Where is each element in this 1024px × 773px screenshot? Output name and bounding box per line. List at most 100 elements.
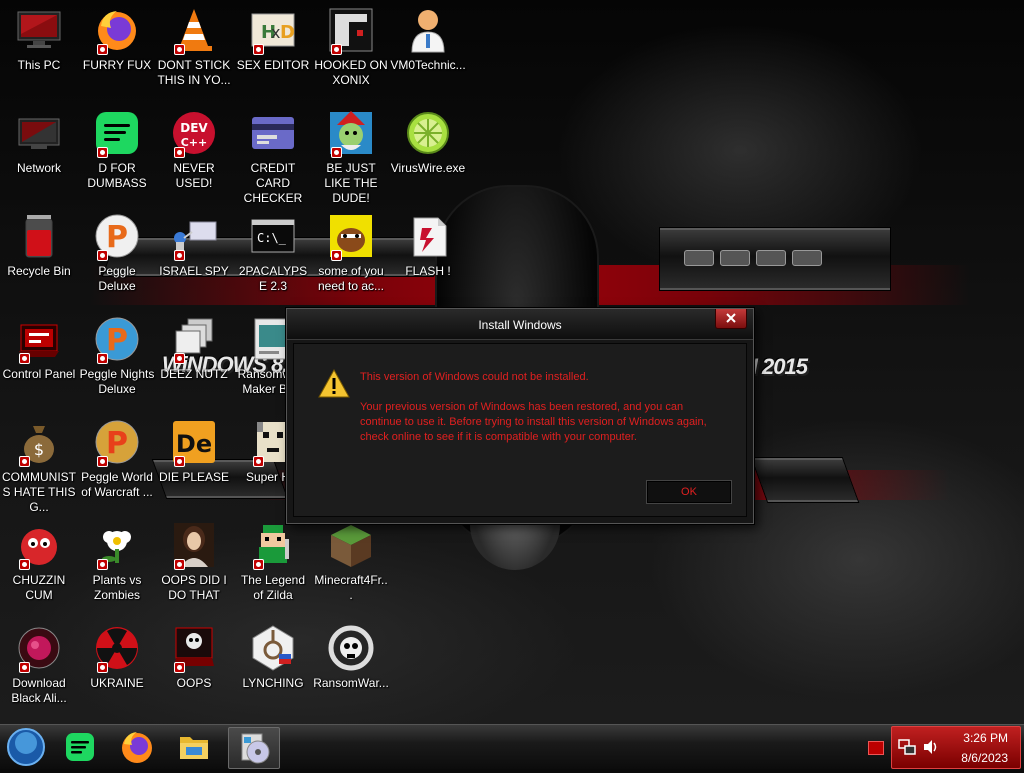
desktop-icon-some-of-you[interactable]: some of you need to ac... — [313, 212, 389, 294]
desktop-icon-peggle-nights[interactable]: P Peggle Nights Deluxe — [79, 315, 155, 397]
desktop-icon-label: D FOR DUMBASS — [87, 161, 147, 190]
warning-icon — [318, 368, 350, 400]
network-tray-icon[interactable] — [898, 739, 916, 755]
svg-text:DEV: DEV — [180, 121, 208, 135]
credit-card-icon — [249, 109, 297, 157]
terminal-icon: C:\_ — [249, 212, 297, 260]
install-disc-icon — [241, 733, 270, 764]
close-button[interactable] — [715, 309, 747, 329]
desktop-icon-vm0technic[interactable]: VM0Technic... — [390, 6, 466, 73]
desktop-icon-minecraft[interactable]: Minecraft4Fr... — [313, 521, 389, 603]
volume-icon[interactable] — [922, 739, 940, 755]
doctor-icon — [404, 6, 452, 54]
dialog-titlebar[interactable]: Install Windows — [287, 309, 753, 340]
shortcut-badge-icon — [97, 44, 108, 55]
desktop-icon-label: FLASH ! — [405, 264, 451, 278]
desktop-icon-label: Peggle World of Warcraft ... — [81, 470, 153, 499]
shortcut-badge-icon — [97, 559, 108, 570]
desktop-icon-zilda[interactable]: The Legend of Zilda — [235, 521, 311, 603]
network-icon — [15, 109, 63, 157]
dialog-heading: This version of Windows could not be ins… — [360, 371, 589, 383]
shortcut-badge-icon — [331, 147, 342, 158]
taskbar: 3:26 PM 8/6/2023 — [0, 724, 1024, 769]
desktop-icon-peggle-wow[interactable]: P Peggle World of Warcraft ... — [79, 418, 155, 500]
file-explorer-icon — [180, 737, 208, 759]
shortcut-badge-icon — [253, 559, 264, 570]
desktop-icon-communists[interactable]: $ COMMUNISTS HATE THIS G... — [1, 418, 77, 515]
desktop-icon-label: HOOKED ON XONIX — [314, 58, 388, 87]
desktop-icon-dont-stick[interactable]: DONT STICK THIS IN YO... — [156, 6, 232, 88]
svg-text:De: De — [176, 430, 212, 458]
wallpaper-bar-lower-right — [751, 458, 859, 502]
desktop-icon-die-please[interactable]: De DIE PLEASE — [156, 418, 232, 485]
dialog-message: Your previous version of Windows has bee… — [360, 401, 707, 443]
desktop-icon-label: Peggle Nights Deluxe — [79, 367, 155, 396]
desktop-icon-d-for-dumbass[interactable]: D FOR DUMBASS — [79, 109, 155, 191]
shortcut-badge-icon — [174, 250, 185, 261]
system-tray: 3:26 PM 8/6/2023 — [891, 726, 1021, 769]
shortcut-badge-icon — [174, 44, 185, 55]
desktop-icon-peggle-deluxe[interactable]: P Peggle Deluxe — [79, 212, 155, 294]
desktop-icon-flash[interactable]: FLASH ! — [390, 212, 466, 279]
desktop-icon-this-pc[interactable]: This PC — [1, 6, 77, 73]
desktop-icon-credit-card[interactable]: CREDIT CARD CHECKER — [235, 109, 311, 206]
desktop-icon-label: FURRY FUX — [82, 58, 152, 72]
desktop-icon-label: UKRAINE — [90, 676, 144, 690]
desktop-icon-download-black[interactable]: Download Black Ali... — [1, 624, 77, 706]
shortcut-badge-icon — [97, 456, 108, 467]
desktop-icon-sex-editor[interactable]: HxD SEX EDITOR — [235, 6, 311, 73]
shortcut-badge-icon — [97, 250, 108, 261]
desktop-icon-plants-vs-zombies[interactable]: Plants vs Zombies — [79, 521, 155, 603]
desktop-icon-be-just-like-the-dude[interactable]: BE JUST LIKE THE DUDE! — [313, 109, 389, 206]
desktop-icon-label: DONT STICK THIS IN YO... — [157, 58, 231, 87]
shortcut-badge-icon — [174, 559, 185, 570]
desktop-icon-hooked-on-xonix[interactable]: HOOKED ON XONIX — [313, 6, 389, 88]
desktop-icon-ukraine[interactable]: UKRAINE — [79, 624, 155, 691]
desktop-icon-deez-nutz[interactable]: DEEZ NUTZ — [156, 315, 232, 382]
start-button[interactable] — [4, 727, 48, 767]
dialog-title: Install Windows — [478, 318, 562, 332]
taskbar-spotify[interactable] — [58, 727, 102, 767]
desktop-icon-network[interactable]: Network — [1, 109, 77, 176]
desktop-icon-label: Minecraft4Fr... — [314, 573, 388, 602]
svg-text:P: P — [106, 220, 128, 255]
desktop-icon-israel-spy[interactable]: ISRAEL SPY — [156, 212, 232, 279]
shortcut-badge-icon — [19, 559, 30, 570]
tray-overflow-icon[interactable] — [868, 741, 884, 755]
flash-icon — [404, 212, 452, 260]
desktop-icon-label: NEVER USED! — [173, 161, 215, 190]
dialog-content: This version of Windows could not be ins… — [293, 343, 747, 517]
limewire-icon — [404, 109, 452, 157]
taskbar-install-windows[interactable] — [228, 727, 280, 769]
desktop-icon-lynching[interactable]: LYNCHING — [235, 624, 311, 691]
shortcut-badge-icon — [97, 147, 108, 158]
taskbar-file-explorer[interactable] — [172, 727, 216, 767]
desktop-icon-label: Plants vs Zombies — [92, 573, 142, 602]
desktop-icon-furry-fux[interactable]: FURRY FUX — [79, 6, 155, 73]
desktop-icon-viruswire[interactable]: VirusWire.exe — [390, 109, 466, 176]
wallpaper-slot — [720, 250, 750, 266]
desktop-icon-label: CREDIT CARD CHECKER — [243, 161, 303, 205]
desktop-icon-oops[interactable]: OOPS — [156, 624, 232, 691]
desktop-icon-label: DIE PLEASE — [158, 470, 230, 484]
desktop-icon-oops-did-i[interactable]: OOPS DID I DO THAT — [156, 521, 232, 603]
desktop-icon-recycle-bin[interactable]: Recycle Bin — [1, 212, 77, 279]
wallpaper-slot — [684, 250, 714, 266]
shortcut-badge-icon — [174, 662, 185, 673]
shortcut-badge-icon — [174, 353, 185, 364]
desktop-icon-chuzzin[interactable]: CHUZZIN CUM — [1, 521, 77, 603]
clock-time[interactable]: 3:26 PM — [963, 731, 1008, 745]
shortcut-badge-icon — [174, 456, 185, 467]
desktop-icon-never-used[interactable]: DEV C++ NEVER USED! — [156, 109, 232, 191]
desktop-icon-ransomwar[interactable]: RansomWar... — [313, 624, 389, 691]
clock-date[interactable]: 8/6/2023 — [961, 751, 1008, 765]
desktop-icon-control-panel[interactable]: Control Panel — [1, 315, 77, 382]
desktop-icon-label: Recycle Bin — [7, 264, 71, 278]
ok-button[interactable]: OK — [646, 480, 732, 504]
start-orb-icon — [7, 728, 45, 766]
taskbar-firefox[interactable] — [115, 727, 159, 767]
desktop-icon-2pacalypse[interactable]: C:\_ 2PACALYPSE 2.3 — [235, 212, 311, 294]
svg-text:D: D — [280, 22, 295, 43]
svg-text:P: P — [106, 323, 128, 358]
spotify-icon — [66, 733, 94, 761]
